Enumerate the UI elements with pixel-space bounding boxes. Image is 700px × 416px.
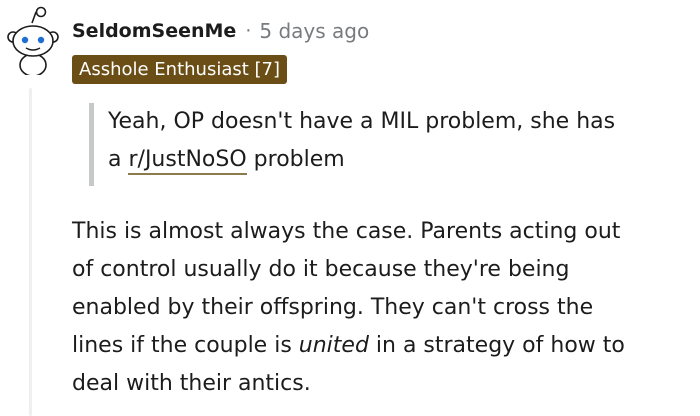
quote-line-2-suffix: problem: [246, 147, 345, 172]
subreddit-link[interactable]: r/JustNoSO: [128, 147, 247, 175]
body-line-1: This is almost always the case. Parents …: [72, 219, 621, 244]
comment-header: SeldomSeenMe · 5 days ago: [72, 14, 369, 48]
comment-body: This is almost always the case. Parents …: [72, 213, 697, 403]
user-flair-badge: Asshole Enthusiast [7]: [72, 55, 288, 84]
body-line-2: of control usually do it because they're…: [72, 257, 570, 282]
quote-line-2: a r/JustNoSO problem: [94, 141, 694, 179]
quote-line-1: Yeah, OP doesn't have a MIL problem, she…: [108, 109, 616, 134]
body-line-4-prefix: lines if the couple is: [72, 333, 299, 358]
avatar[interactable]: [5, 3, 61, 77]
body-line-5: deal with their antics.: [72, 371, 311, 396]
timestamp[interactable]: 5 days ago: [259, 19, 369, 43]
snoo-avatar-icon: [7, 6, 59, 77]
body-line-4-suffix: in a strategy of how to: [368, 333, 625, 358]
quote-line-2-prefix: a: [108, 147, 129, 172]
username-link[interactable]: SeldomSeenMe: [72, 20, 236, 42]
blockquote: Yeah, OP doesn't have a MIL problem, she…: [89, 103, 694, 186]
thread-line[interactable]: [29, 88, 32, 416]
body-line-4: lines if the couple is united in a strat…: [72, 327, 697, 365]
separator-dot: ·: [245, 20, 252, 42]
emphasis-text: united: [298, 333, 369, 358]
body-line-3: enabled by their offspring. They can't c…: [72, 295, 594, 320]
